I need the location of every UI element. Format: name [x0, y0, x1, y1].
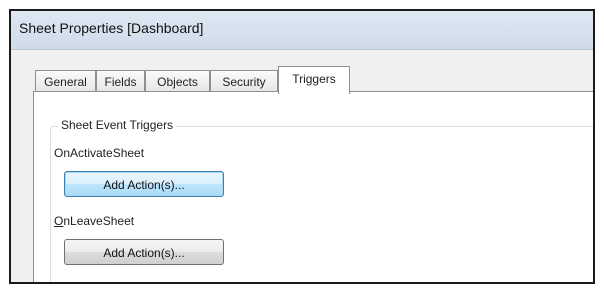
triggers-tab-panel: Sheet Event Triggers OnActivateSheet Add…	[33, 91, 593, 282]
tab-triggers[interactable]: Triggers	[278, 66, 350, 94]
tab-objects[interactable]: Objects	[145, 70, 210, 92]
on-activate-add-actions-button[interactable]: Add Action(s)...	[64, 171, 224, 197]
title-bar: Sheet Properties [Dashboard]	[11, 11, 593, 50]
tab-fields[interactable]: Fields	[96, 70, 145, 92]
on-leave-sheet-label: OnLeaveSheet	[54, 214, 134, 228]
on-activate-sheet-label: OnActivateSheet	[54, 146, 145, 160]
tab-security[interactable]: Security	[210, 70, 278, 92]
dialog-window: Sheet Properties [Dashboard] General Fie…	[9, 9, 595, 284]
on-leave-sheet-label-rest: nLeaveSheet	[63, 214, 135, 228]
tab-general[interactable]: General	[35, 70, 96, 92]
on-leave-sheet-mnemonic: O	[54, 214, 64, 228]
on-leave-add-actions-button[interactable]: Add Action(s)...	[64, 239, 224, 265]
group-title: Sheet Event Triggers	[58, 118, 177, 132]
window-title: Sheet Properties [Dashboard]	[19, 20, 204, 36]
